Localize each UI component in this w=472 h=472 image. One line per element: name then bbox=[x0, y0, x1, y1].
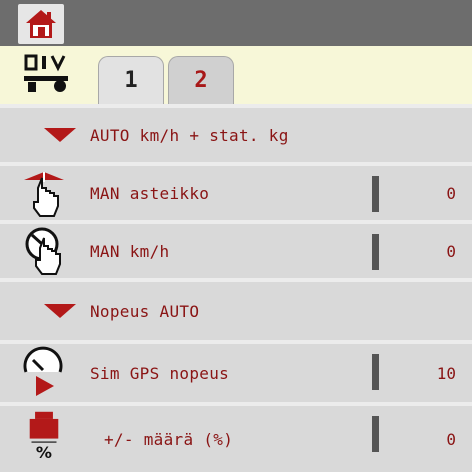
row-label: MAN km/h bbox=[90, 241, 170, 261]
triangle-down-icon bbox=[44, 128, 76, 142]
row-quantity-percent[interactable]: % +/- määrä (%) 0 bbox=[0, 402, 472, 472]
row-label: Sim GPS nopeus bbox=[90, 363, 230, 383]
quantity-percent-icon: % bbox=[29, 411, 59, 460]
triangle-down-icon bbox=[44, 304, 76, 318]
value-separator bbox=[372, 354, 379, 390]
row-sim-gps-speed[interactable]: Sim GPS nopeus 10 bbox=[0, 340, 472, 402]
tab-2[interactable]: 2 bbox=[168, 56, 234, 104]
group-label: AUTO km/h + stat. kg bbox=[90, 125, 289, 145]
top-bar bbox=[0, 0, 472, 46]
value-separator bbox=[372, 416, 379, 452]
value-separator bbox=[372, 176, 379, 212]
svg-text:%: % bbox=[36, 443, 52, 460]
row-value: 10 bbox=[436, 363, 456, 383]
tab-strip: 1 2 bbox=[0, 46, 472, 104]
man-speed-icon bbox=[25, 227, 61, 275]
group-label: Nopeus AUTO bbox=[90, 301, 200, 321]
group-auto-speed-static[interactable]: AUTO km/h + stat. kg bbox=[0, 104, 472, 162]
man-scale-icon bbox=[24, 172, 64, 217]
row-value: 0 bbox=[446, 429, 456, 449]
row-label: MAN asteikko bbox=[90, 183, 210, 203]
row-value: 0 bbox=[446, 183, 456, 203]
row-man-speed[interactable]: MAN km/h 0 bbox=[0, 220, 472, 278]
group-speed-auto[interactable]: Nopeus AUTO bbox=[0, 278, 472, 340]
home-button[interactable] bbox=[18, 4, 64, 44]
sim-gps-icon bbox=[23, 346, 63, 396]
home-icon bbox=[26, 10, 56, 38]
row-man-scale[interactable]: MAN asteikko 0 bbox=[0, 162, 472, 220]
tools-icon bbox=[24, 54, 68, 92]
tab-1[interactable]: 1 bbox=[98, 56, 164, 104]
row-value: 0 bbox=[446, 241, 456, 261]
row-label: +/- määrä (%) bbox=[104, 429, 234, 449]
value-separator bbox=[372, 234, 379, 270]
